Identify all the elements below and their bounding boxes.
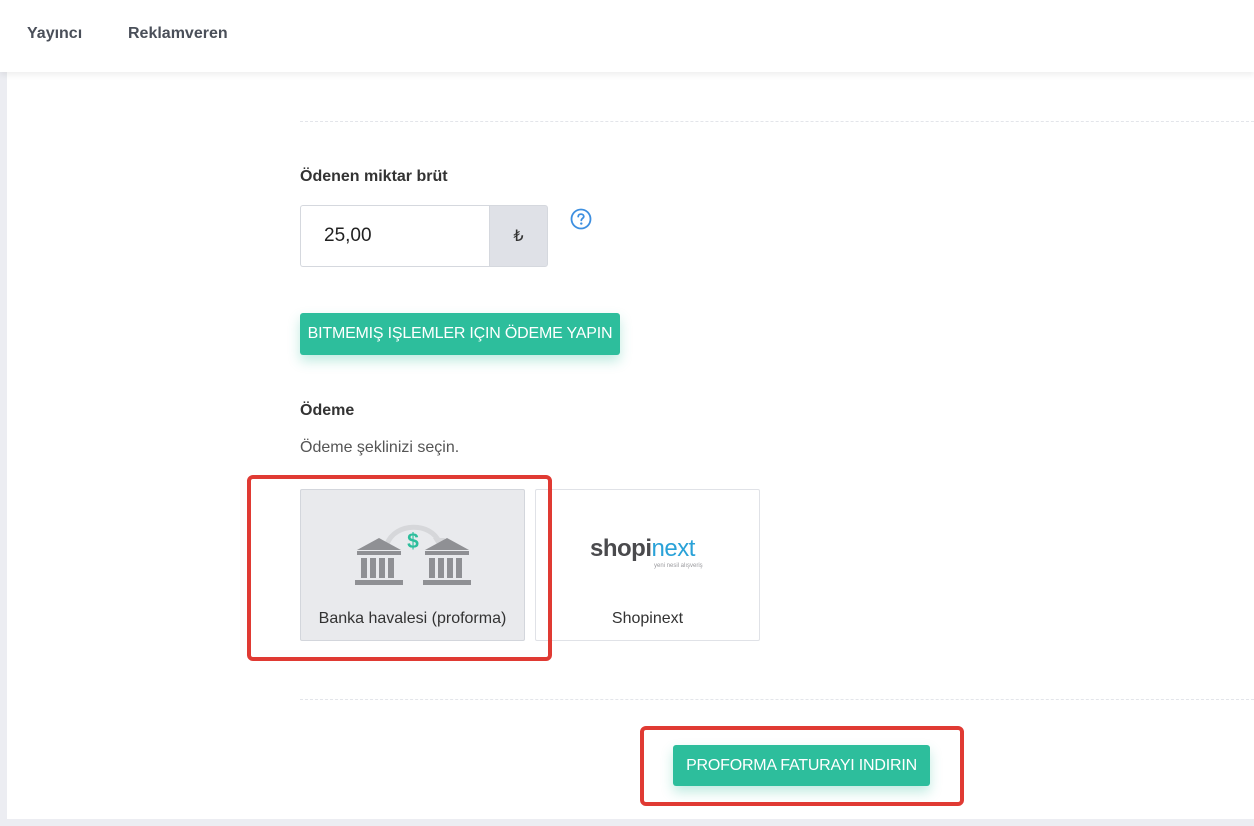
amount-label: Ödenen miktar brüt	[300, 168, 448, 185]
bank-transfer-icon: $	[355, 524, 471, 585]
shopinext-logo-word1: shopi	[590, 535, 652, 562]
currency-symbol: ₺	[513, 228, 524, 245]
currency-addon: ₺	[489, 205, 548, 267]
pay-pending-transactions-button[interactable]: BITMEMIŞ IŞLEMLER IÇIN ÖDEME YAPIN	[300, 313, 620, 355]
payment-section-title: Ödeme	[300, 402, 355, 419]
svg-text:$: $	[407, 530, 419, 553]
svg-text:shopinext: shopinext	[590, 535, 696, 562]
section-divider	[300, 699, 1254, 700]
download-proforma-invoice-button[interactable]: PROFORMA FATURAYI INDIRIN	[673, 745, 930, 786]
nav-item-yayinci[interactable]: Yayıncı	[27, 24, 82, 44]
shopinext-logo-tagline: yeni nesil alışveriş	[654, 563, 703, 569]
main-panel	[7, 0, 1254, 819]
payment-method-label: Shopinext	[611, 610, 684, 627]
payment-method-shopinext[interactable]: shopinext yeni nesil alışveriş Shopinext	[535, 489, 760, 641]
payment-method-bank-transfer[interactable]: $ Banka havalesi (proforma)	[300, 489, 525, 641]
amount-input[interactable]	[300, 205, 489, 267]
nav-item-reklamveren[interactable]: Reklamveren	[128, 24, 228, 44]
top-navigation-bar: Yayıncı Reklamveren	[0, 0, 1254, 72]
payment-method-label: Banka havalesi (proforma)	[318, 610, 507, 627]
question-circle-icon[interactable]	[570, 208, 592, 230]
shopinext-logo: shopinext yeni nesil alışveriş	[590, 535, 703, 569]
payment-description: Ödeme şeklinizi seçin.	[300, 439, 460, 456]
section-divider	[300, 121, 1254, 122]
shopinext-logo-word2: next	[652, 535, 696, 562]
